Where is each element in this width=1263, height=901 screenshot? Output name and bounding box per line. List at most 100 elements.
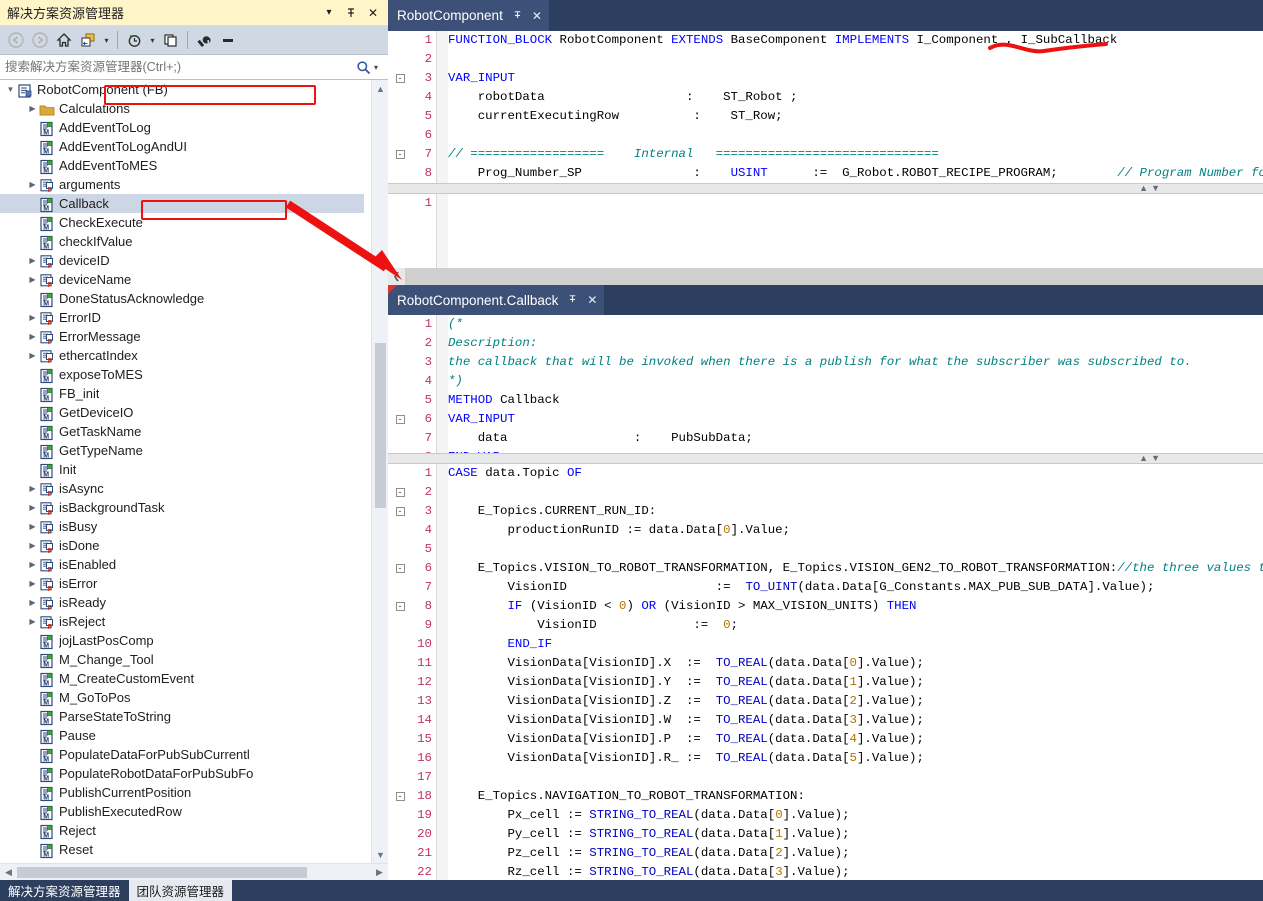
expander-expand-icon[interactable]: ▶ [26,522,39,531]
tree-item-m-gotopos[interactable]: M M_GoToPos [0,688,364,707]
tree-item-publishexecutedrow[interactable]: M PublishExecutedRow [0,802,364,821]
bot-impl-code[interactable]: CASE data.Topic OF E_Topics.CURRENT_RUN_… [448,464,1263,901]
tree-item-m-createcustomevent[interactable]: M M_CreateCustomEvent [0,669,364,688]
code-line[interactable]: E_Topics.VISION_TO_ROBOT_TRANSFORMATION,… [448,559,1263,578]
tree-item-isreject[interactable]: ▶ PisReject [0,612,364,631]
tree-item-populatedataforpubsubcurrentl[interactable]: M PopulateDataForPubSubCurrentl [0,745,364,764]
tab-pin-icon[interactable] [567,293,578,307]
code-line[interactable]: robotData : ST_Robot ; [448,88,1263,107]
tree-item-init[interactable]: M Init [0,460,364,479]
tree-item-isready[interactable]: ▶ PisReady [0,593,364,612]
tree-item-addeventtomes[interactable]: M AddEventToMES [0,156,364,175]
tree-hscroll-thumb[interactable] [17,867,307,878]
code-line[interactable]: Pz_cell := STRING_TO_REAL(data.Data[2].V… [448,844,1263,863]
tree-item-calculations[interactable]: ▶ Calculations [0,99,364,118]
properties-icon[interactable] [192,28,216,52]
code-line[interactable]: the callback that will be invoked when t… [448,353,1263,372]
panel-dropdown-icon[interactable]: ▾ [318,2,340,24]
code-line[interactable]: Py_cell := STRING_TO_REAL(data.Data[1].V… [448,825,1263,844]
code-line[interactable] [448,50,1263,69]
scroll-up-arrow-icon[interactable]: ▲ [372,80,389,97]
fold-marker[interactable]: - [388,410,412,429]
tree-item-m-change-tool[interactable]: M M_Change_Tool [0,650,364,669]
fold-marker[interactable]: - [388,483,412,502]
code-line[interactable]: // ================== Internal =========… [448,145,1263,164]
fold-marker[interactable]: - [388,69,412,88]
tree-item-isbackgroundtask[interactable]: ▶ PisBackgroundTask [0,498,364,517]
code-line[interactable]: *) [448,372,1263,391]
expander-expand-icon[interactable]: ▶ [26,541,39,550]
code-line[interactable]: VAR_INPUT [448,410,1263,429]
code-line[interactable]: E_Topics.NAVIGATION_TO_ROBOT_TRANSFORMAT… [448,787,1263,806]
code-line[interactable]: VisionID := TO_UINT(data.Data[G_Constant… [448,578,1263,597]
tab-close-icon[interactable]: ✕ [587,293,597,307]
code-line[interactable] [448,483,1263,502]
tree-item-fb-init[interactable]: M FB_init [0,384,364,403]
fold-marker[interactable]: - [388,597,412,616]
code-line[interactable]: VisionData[VisionID].P := TO_REAL(data.D… [448,730,1263,749]
code-line[interactable]: data : PubSubData; [448,429,1263,448]
expander-expand-icon[interactable]: ▶ [26,180,39,189]
top-editor-horizontal-scrollbar[interactable]: ❮ [388,268,1263,285]
bot-impl-fold-gutter[interactable]: ------ [388,464,412,901]
top-editor-implementation-pane[interactable]: 1 [388,194,1263,268]
tree-item-addeventtologandui[interactable]: M AddEventToLogAndUI [0,137,364,156]
tree-item-checkexecute[interactable]: M CheckExecute [0,213,364,232]
tree-item-isenabled[interactable]: ▶ PisEnabled [0,555,364,574]
code-line[interactable]: FUNCTION_BLOCK RobotComponent EXTENDS Ba… [448,31,1263,50]
tree-item-reset[interactable]: M Reset [0,840,364,859]
panel-close-icon[interactable]: ✕ [362,2,384,24]
expander-expand-icon[interactable]: ▶ [26,503,39,512]
tree-item-publishcurrentposition[interactable]: M PublishCurrentPosition [0,783,364,802]
tree-vertical-scrollbar[interactable]: ▲ ▼ [371,80,388,863]
tree-item-exposetomes[interactable]: MexposeToMES [0,365,364,384]
expander-expand-icon[interactable]: ▶ [26,104,39,113]
scroll-down-arrow-icon[interactable]: ▼ [372,846,389,863]
search-options-caret-icon[interactable]: ▾ [374,63,388,72]
bottom-editor-splitter[interactable]: ▲▼ [388,453,1263,464]
bottom-editor-declaration-pane[interactable]: - 12345678 (*Description:the callback th… [388,315,1263,453]
tree-item-deviceid[interactable]: ▶ PdeviceID [0,251,364,270]
top-editor-splitter[interactable]: ▲▼ [388,183,1263,194]
expander-expand-icon[interactable]: ▶ [26,332,39,341]
tab-robotcomponent[interactable]: RobotComponent ✕ [388,0,549,31]
code-line[interactable]: VisionData[VisionID].X := TO_REAL(data.D… [448,654,1263,673]
pending-dropdown-caret-icon[interactable]: ▾ [146,28,159,52]
expander-expand-icon[interactable]: ▶ [26,617,39,626]
splitter-arrows-icon[interactable]: ▲▼ [1139,183,1163,193]
fold-marker[interactable]: - [388,502,412,521]
code-line[interactable]: VisionData[VisionID].R_ := TO_REAL(data.… [448,749,1263,768]
top-impl-code[interactable] [448,194,1263,268]
top-editor-declaration-pane[interactable]: -- 12345678 FUNCTION_BLOCK RobotComponen… [388,31,1263,183]
expander-expand-icon[interactable]: ▶ [26,351,39,360]
expander-expand-icon[interactable]: ▶ [26,560,39,569]
back-icon[interactable] [4,28,28,52]
code-line[interactable]: productionRunID := data.Data[0].Value; [448,521,1263,540]
expander-collapse-icon[interactable]: ▼ [4,85,17,94]
scroll-right-arrow-icon[interactable]: ▶ [371,864,388,881]
tab-robotcomponent-callback[interactable]: RobotComponent.Callback ✕ [388,285,605,315]
expander-expand-icon[interactable]: ▶ [26,275,39,284]
code-line[interactable]: CASE data.Topic OF [448,464,1263,483]
expander-expand-icon[interactable]: ▶ [26,313,39,322]
code-line[interactable]: Prog_Number_SP : USINT := G_Robot.ROBOT_… [448,164,1263,183]
code-line[interactable] [448,768,1263,787]
code-line[interactable]: Description: [448,334,1263,353]
code-line[interactable]: VisionData[VisionID].Y := TO_REAL(data.D… [448,673,1263,692]
sync-dropdown-caret-icon[interactable]: ▾ [100,28,113,52]
tree-item-checkifvalue[interactable]: McheckIfValue [0,232,364,251]
tree-item-populaterobotdataforpubsubfo[interactable]: M PopulateRobotDataForPubSubFo [0,764,364,783]
pending-changes-icon[interactable] [122,28,146,52]
tree-item-callback[interactable]: M Callback [0,194,364,213]
sync-with-active-document-icon[interactable] [76,28,100,52]
fold-marker[interactable]: - [388,145,412,164]
tree-item-iserror[interactable]: ▶ PisError [0,574,364,593]
top-decl-code[interactable]: FUNCTION_BLOCK RobotComponent EXTENDS Ba… [448,31,1263,183]
tree-item-ethercatindex[interactable]: ▶ PethercatIndex [0,346,364,365]
bottom-tab-2[interactable]: 团队资源管理器 [128,880,233,901]
tree-item-isasync[interactable]: ▶ PisAsync [0,479,364,498]
tree-item-reject[interactable]: M Reject [0,821,364,840]
code-line[interactable]: VisionID := 0; [448,616,1263,635]
tree-item-getdeviceio[interactable]: M GetDeviceIO [0,403,364,422]
panel-pin-icon[interactable] [340,2,362,24]
